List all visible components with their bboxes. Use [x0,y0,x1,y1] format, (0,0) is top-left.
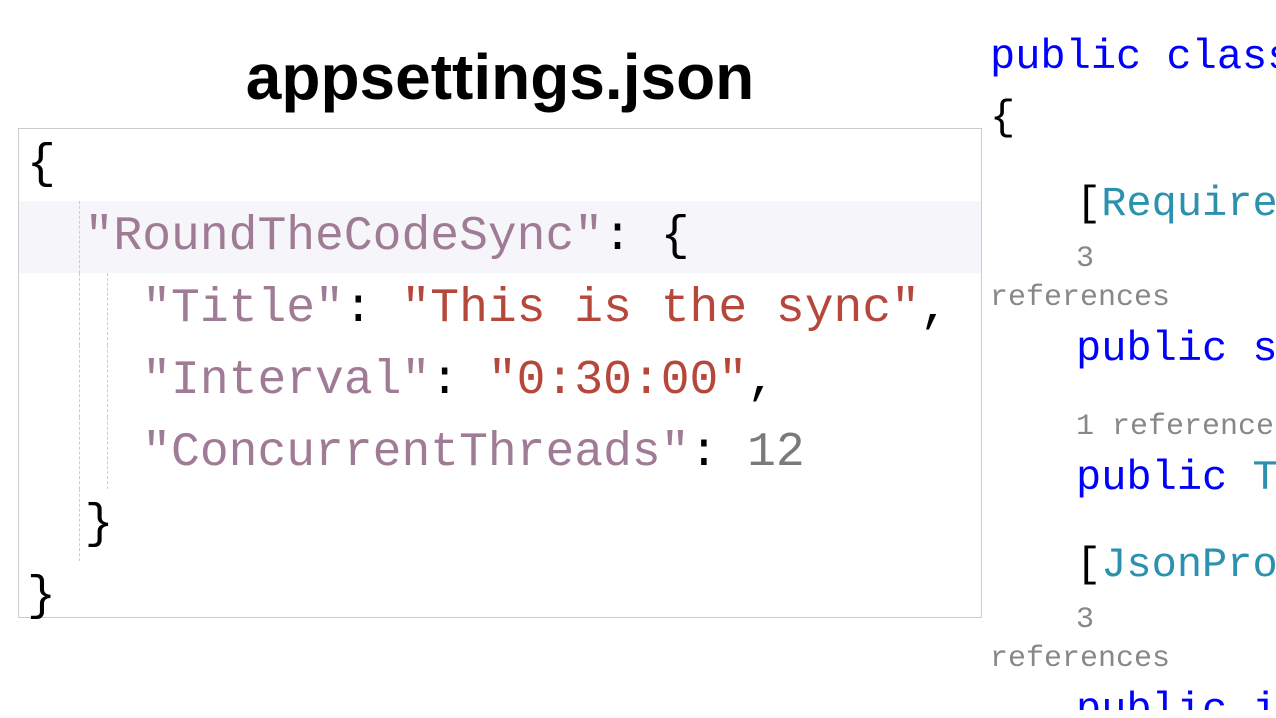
json-line: "Interval": "0:30:00", [19,345,981,417]
type-name: JsonProp [1101,541,1276,589]
json-string: "This is the sync" [401,282,919,336]
cs-line: public Ti [990,451,1276,506]
type-name: Required [1101,180,1276,228]
json-key: "ConcurrentThreads" [142,426,689,480]
codelens-text: 1 reference [1076,410,1274,444]
codelens[interactable]: 3 references [990,601,1276,679]
brace-close: } [85,498,114,552]
bracket: [ [1076,541,1101,589]
json-line: { [19,129,981,201]
json-key: "Title" [142,282,344,336]
cs-line: [Required [990,177,1276,232]
comma: , [747,354,776,408]
comma: , [920,282,949,336]
json-content: { "RoundTheCodeSync": { "Title": "This i… [19,129,981,617]
cs-line: { [990,91,1276,146]
codelens-text: 3 references [990,242,1170,315]
colon: : [344,282,402,336]
bracket: [ [1076,180,1101,228]
json-string: "0:30:00" [488,354,747,408]
keyword: public class [990,33,1276,81]
codelens[interactable]: 3 references [990,240,1276,318]
colon-brace: : { [603,210,689,264]
cs-line: public st [990,322,1276,377]
cs-line: [JsonProp [990,538,1276,593]
codelens-text: 3 references [990,603,1170,676]
csharp-content: public class { [Required 3 references pu… [990,30,1276,710]
json-line: "Title": "This is the sync", [19,273,981,345]
json-line: } [19,489,981,561]
cs-line: public in [990,683,1276,710]
json-line: "RoundTheCodeSync": { [19,201,981,273]
json-number: 12 [747,426,805,480]
file-title: appsettings.json [20,40,980,114]
keyword: public in [1076,686,1276,710]
brace-open: { [27,138,56,192]
json-key: "Interval" [142,354,430,408]
json-line: "ConcurrentThreads": 12 [19,417,981,489]
brace-close: } [27,570,56,624]
colon: : [430,354,488,408]
cs-line: public class [990,30,1276,85]
json-line: } [19,561,981,633]
csharp-editor[interactable]: public class { [Required 3 references pu… [990,30,1276,710]
brace-open: { [990,94,1015,142]
codelens[interactable]: 1 reference [990,408,1276,447]
keyword: public st [1076,325,1276,373]
colon: : [690,426,748,480]
json-editor[interactable]: { "RoundTheCodeSync": { "Title": "This i… [18,128,982,618]
json-key: "RoundTheCodeSync" [85,210,603,264]
